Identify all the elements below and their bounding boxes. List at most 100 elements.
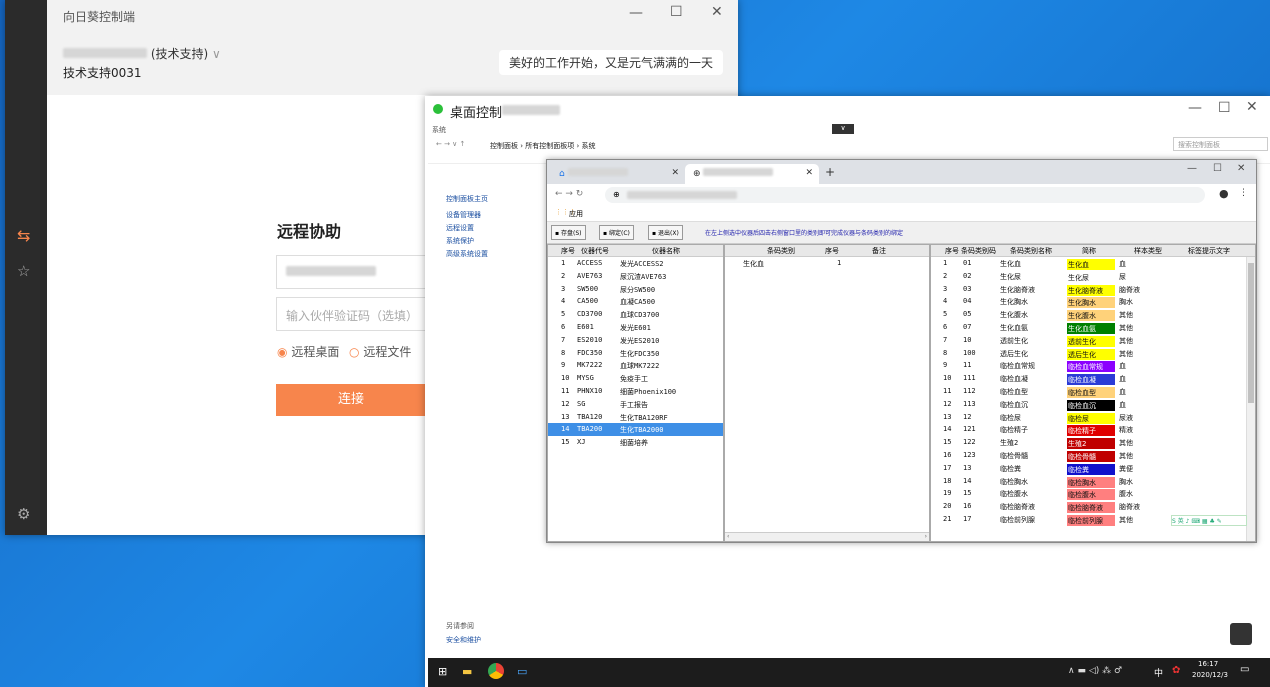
minimize-icon[interactable]: — [1188,100,1202,116]
notification-icon[interactable]: ▭ [1240,664,1249,675]
file-explorer-icon[interactable]: ▬ [462,665,472,678]
table-row[interactable]: 6 E601 发光E601 [548,321,723,334]
horizontal-scrollbar[interactable]: ‹ › [725,532,929,541]
tab-2[interactable]: ⊕ ✕ [685,164,819,184]
table-row[interactable]: 14 121 临检精子 临检精子 精液 [931,423,1255,437]
table-row[interactable]: 14 TBA200 生化TBA2000 [548,423,723,437]
cp-link-remote-settings[interactable]: 远程设置 [446,223,474,233]
address-row: ← → ↻ ⊕ ● ⋮ [547,184,1256,206]
minimize-icon[interactable]: — [1187,163,1197,174]
table-row[interactable]: 10 111 临检血凝 临检血凝血 [931,372,1255,386]
bound-category-list: 条码类别 序号 备注 生化血 1 ‹ › [724,244,930,542]
table-row[interactable]: 13 12 临检尿 临检尿 尿液 [931,411,1255,424]
table-row[interactable]: 8 FDC350 生化FDC350 [548,347,723,360]
user-account[interactable]: (技术支持) ∨ [63,45,221,62]
table-row[interactable]: 9 11 临检血常规 临检血常规血 [931,359,1255,373]
radio-label: 远程文件 [363,345,412,359]
table-row[interactable]: 6 07 生化血氨 生化血氨 其他 [931,321,1255,334]
cp-link-system-protection[interactable]: 系统保护 [446,236,474,246]
collapse-icon[interactable]: ∨ [832,124,854,134]
radio-remote-file[interactable]: ○ 远程文件 [349,343,411,360]
table-row[interactable]: 16 123 临检骨髓 临检骨髓 其他 [931,449,1255,462]
table-row[interactable]: 19 15 临检腹水 临检腹水 腹水 [931,487,1255,501]
table-row[interactable]: 1 01 生化血 生化血血 [931,257,1255,270]
cp-link-advanced[interactable]: 高级系统设置 [446,249,488,259]
cell: 脑脊液 [1119,285,1140,294]
ime-indicator[interactable]: 中 [1154,666,1163,679]
url-input[interactable]: ⊕ [605,187,1205,203]
partner-id-input[interactable] [276,255,426,289]
table-row[interactable]: 4 04 生化胸水 生化胸水 胸水 [931,295,1255,309]
gear-icon[interactable]: ⚙ [17,505,30,523]
verify-code-input[interactable]: 输入伙伴验证码（选填） [276,297,426,331]
cp-link-device-manager[interactable]: 设备管理器 [446,210,481,220]
table-row[interactable]: 2 02 生化尿 生化尿尿 [931,270,1255,283]
table-row[interactable]: 3 SW500 尿分SW500 [548,283,723,296]
remote-assist-icon[interactable]: ⇆ [17,226,30,245]
save-button[interactable]: ▪ 存盘(S) [551,225,586,240]
cp-search-input[interactable]: 搜索控制面板 [1173,137,1268,151]
table-row[interactable]: 15 XJ 细菌培养 [548,436,723,449]
table-row[interactable]: 18 14 临检胸水 临检胸水 胸水 [931,475,1255,488]
table-row[interactable]: 7 ES2010 发光ES2010 [548,334,723,347]
cell: 生化脑脊液 [1000,285,1035,294]
close-icon[interactable]: ✕ [711,4,723,20]
table-row[interactable]: 11 112 临检血型 临检血型血 [931,385,1255,398]
radio-remote-desktop[interactable]: ◉ 远程桌面 [277,343,339,360]
abbr-swatch: 临检脑脊液 [1067,502,1115,514]
table-row[interactable]: 12 SG 手工报告 [548,398,723,411]
tab-close-icon[interactable]: ✕ [805,168,813,178]
app-icon[interactable]: ▭ [517,665,527,678]
connect-button[interactable]: 连接 [276,384,426,416]
table-row[interactable]: 5 05 生化腹水 生化腹水 其他 [931,308,1255,322]
nav-icons[interactable]: ← → ↻ [555,189,583,199]
user-star-icon[interactable]: ☆ [17,262,30,280]
bind-button[interactable]: ▪ 绑定(C) [599,225,634,240]
cp-home-link[interactable]: 控制面板主页 [446,194,488,204]
cell: FDC350 [577,348,603,357]
table-row[interactable]: 20 16 临检脑脊液 临检脑脊液 脑脊液 [931,500,1255,514]
security-link[interactable]: 安全和维护 [446,635,481,645]
cell: 临检骨髓 [1000,451,1028,460]
chrome-icon[interactable] [488,663,504,679]
ime-toolbar[interactable]: S 英 ♪ ⌨ ▦ ♣ ✎ [1171,515,1247,526]
table-row[interactable]: 15 122 生殖2 生殖2 其他 [931,436,1255,450]
breadcrumb[interactable]: 控制面板 › 所有控制面板项 › 系统 [490,141,596,151]
table-row[interactable]: 10 MYSG 免疫手工 [548,372,723,385]
vertical-scrollbar[interactable] [1246,257,1255,541]
maximize-icon[interactable]: ☐ [1218,100,1231,116]
close-icon[interactable]: ✕ [1246,99,1258,115]
windows-start-icon[interactable]: ⊞ [438,665,447,678]
table-row[interactable]: 生化血 1 [725,257,929,270]
table-row[interactable]: 5 CD3700 血球CD3700 [548,308,723,321]
chrome-window: ⌂ ✕ ⊕ ✕ + — ☐ ✕ ← → ↻ ⊕ ● ⋮ ⋮⋮⋮ 应用 ▪ 存盘(… [546,159,1257,543]
scrollbar-thumb[interactable] [1248,263,1254,403]
table-row[interactable]: 13 TBA120 生化TBA120RF [548,411,723,424]
table-row[interactable]: 12 113 临检血沉 临检血沉血 [931,398,1255,411]
new-tab-icon[interactable]: + [825,165,835,179]
maximize-icon[interactable]: ☐ [670,4,683,20]
tab-1[interactable]: ⌂ ✕ [551,164,685,184]
exit-button[interactable]: ▪ 退出(X) [648,225,683,240]
table-row[interactable]: 1 ACCESS 发光ACCESS2 [548,257,723,270]
sunflower-tray-icon[interactable]: ✿ [1172,665,1180,676]
table-row[interactable]: 2 AVE763 尿沉渣AVE763 [548,270,723,283]
table-row[interactable]: 11 PHNX10 细菌Phoenix100 [548,385,723,398]
table-row[interactable]: 4 CA500 血凝CA500 [548,295,723,308]
table-row[interactable]: 7 10 透前生化 透前生化 其他 [931,334,1255,347]
nav-arrows-icon[interactable]: ← → ∨ ↑ [436,140,465,148]
profile-icon[interactable]: ● [1219,187,1229,200]
tab-close-icon[interactable]: ✕ [671,168,679,178]
cell: 血凝CA500 [620,298,656,307]
maximize-icon[interactable]: ☐ [1213,163,1222,174]
table-row[interactable]: 9 MK7222 血球MK7222 [548,359,723,372]
minimize-icon[interactable]: — [629,5,643,21]
floating-widget[interactable] [1230,623,1252,645]
table-row[interactable]: 8 100 透后生化 透后生化 其他 [931,347,1255,360]
table-row[interactable]: 17 13 临检粪 临检粪 粪便 [931,462,1255,475]
apps-label[interactable]: 应用 [569,209,583,219]
menu-icon[interactable]: ⋮ [1239,188,1248,198]
tray-icons[interactable]: ∧ ▬ ◁) ⁂ ♂ [1068,666,1122,676]
close-icon[interactable]: ✕ [1237,163,1245,174]
table-row[interactable]: 3 03 生化脑脊液 生化脑脊液 脑脊液 [931,283,1255,296]
